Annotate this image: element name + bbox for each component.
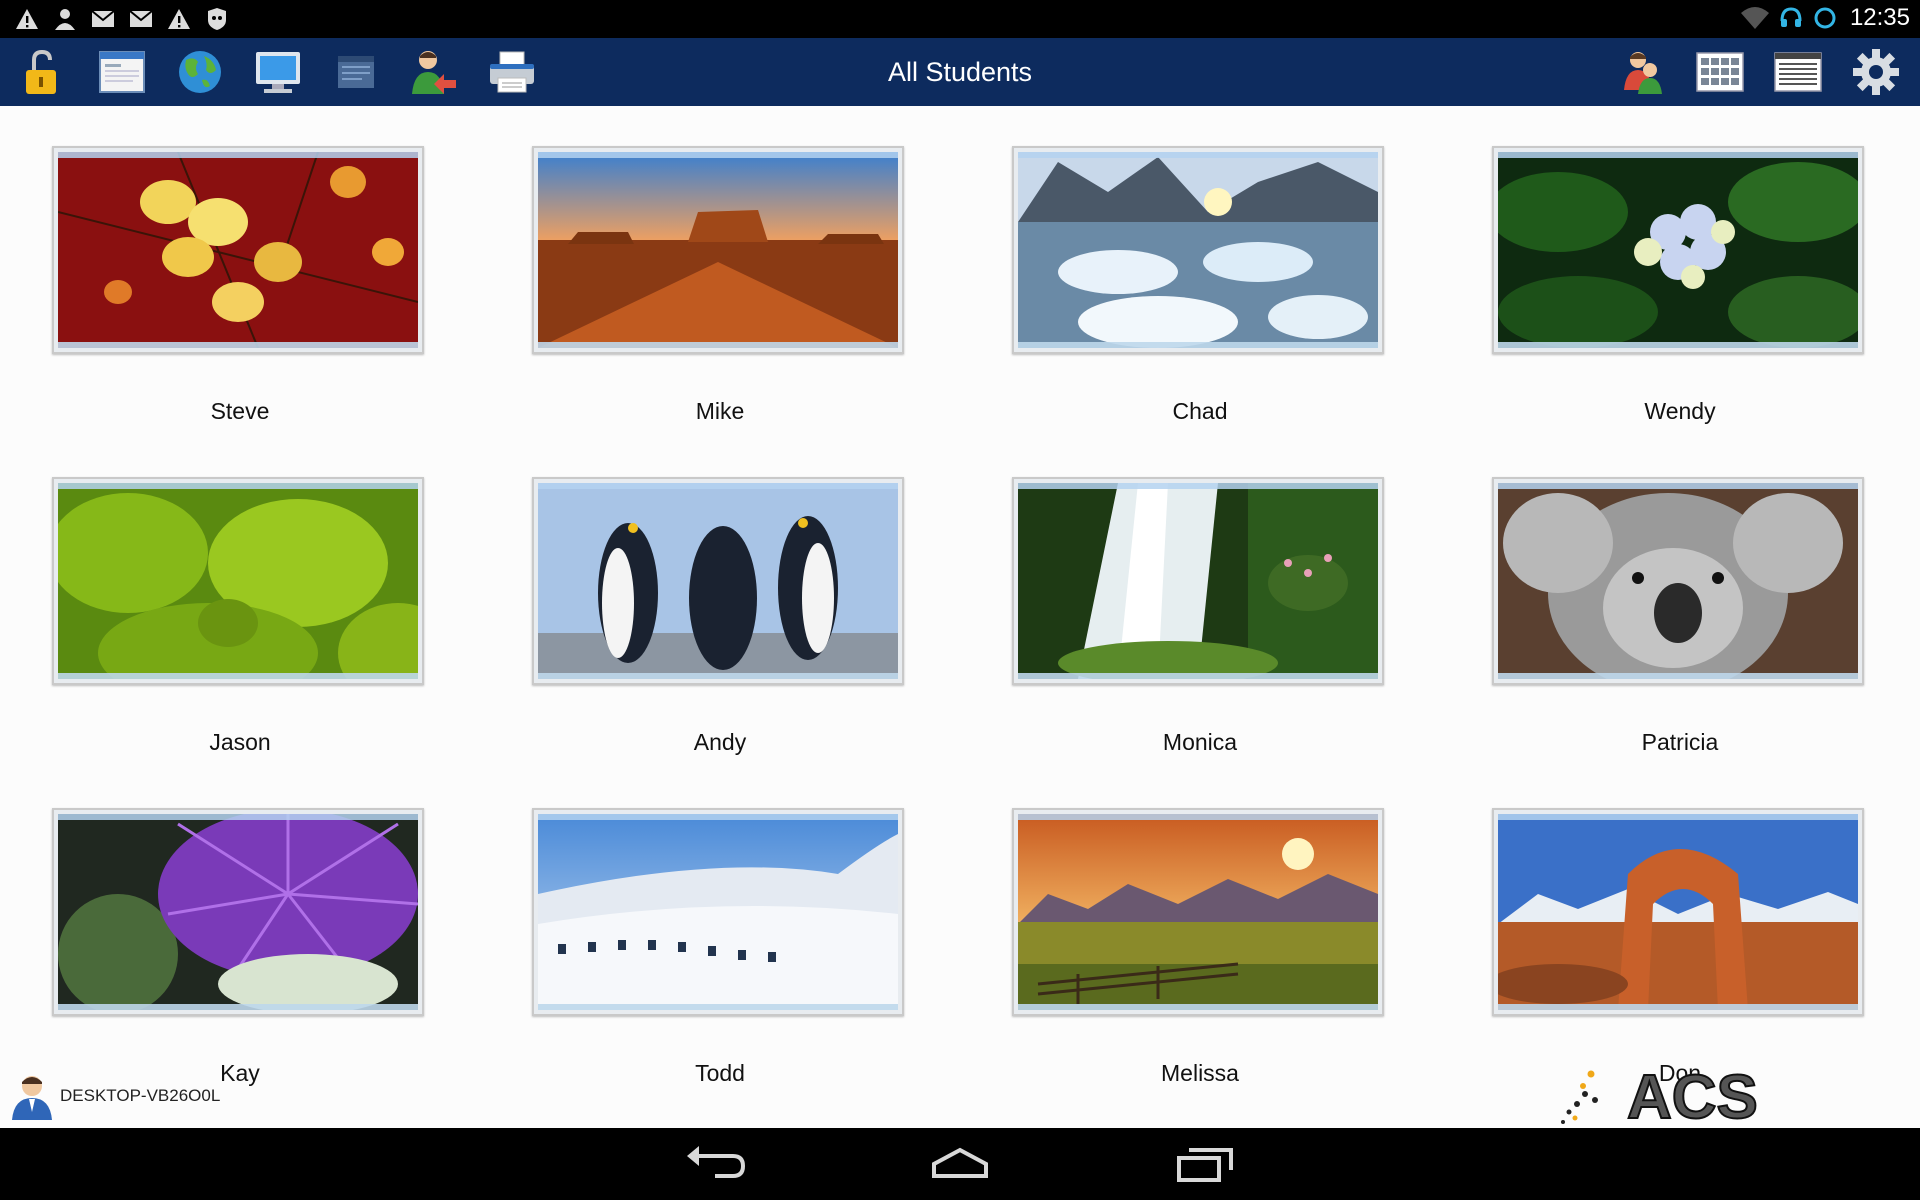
user-transfer-icon xyxy=(412,51,456,94)
student-card[interactable]: Chad xyxy=(960,106,1440,436)
student-name: Jason xyxy=(209,729,271,755)
print-button[interactable] xyxy=(484,44,540,100)
student-card[interactable]: Monica xyxy=(960,437,1440,767)
grid-view-button[interactable] xyxy=(1692,44,1748,100)
student-name: Monica xyxy=(1162,729,1238,755)
toolbar-right-actions xyxy=(1614,44,1904,100)
screen-thumbnail xyxy=(532,146,904,354)
gear-icon xyxy=(1853,49,1899,95)
student-name: Todd xyxy=(695,1060,745,1086)
svg-text:ACS: ACS xyxy=(1627,1064,1758,1126)
acs-logo: ACS xyxy=(1561,1064,1759,1126)
board-icon xyxy=(338,56,374,88)
screen-thumbnail xyxy=(52,477,424,685)
student-name: Chad xyxy=(1172,398,1228,424)
screen-thumbnail xyxy=(1012,146,1384,354)
clock: 12:35 xyxy=(1849,4,1910,31)
users-icon xyxy=(1624,52,1662,94)
screen-thumbnail xyxy=(532,808,904,1016)
recents-button[interactable] xyxy=(1165,1140,1245,1188)
home-button[interactable] xyxy=(920,1140,1000,1188)
lock-button[interactable] xyxy=(16,44,72,100)
student-name: Patricia xyxy=(1641,729,1719,755)
list-view-icon xyxy=(1774,52,1822,92)
sync-icon xyxy=(1814,7,1836,29)
student-card[interactable]: Todd xyxy=(480,768,960,1098)
student-card[interactable]: Andy xyxy=(480,437,960,767)
home-icon xyxy=(932,1147,988,1178)
student-card[interactable]: Wendy xyxy=(1440,106,1920,436)
users-button[interactable] xyxy=(1614,44,1670,100)
back-icon xyxy=(687,1146,746,1178)
notification-icons xyxy=(14,6,230,32)
grid-view-icon xyxy=(1696,52,1744,92)
student-card[interactable]: Steve xyxy=(0,106,480,436)
screen-thumbnail xyxy=(1012,808,1384,1016)
lock-icon xyxy=(26,50,56,94)
status-bar: 12:35 xyxy=(0,0,1920,38)
user-transfer-button[interactable] xyxy=(406,44,462,100)
student-name: Steve xyxy=(210,398,270,424)
monitor-icon xyxy=(256,52,300,93)
mail-icon xyxy=(91,10,115,27)
shield-icon xyxy=(208,8,226,30)
student-card[interactable]: Melissa xyxy=(960,768,1440,1098)
computer-name: DESKTOP-VB26O0L xyxy=(60,1086,221,1105)
wifi-icon xyxy=(1740,7,1769,29)
printer-icon xyxy=(490,51,534,93)
student-card[interactable]: Kay xyxy=(0,768,480,1098)
board-button[interactable] xyxy=(328,44,384,100)
window-icon xyxy=(99,51,145,93)
student-name: Mike xyxy=(695,398,745,424)
student-name: Melissa xyxy=(1161,1060,1239,1086)
web-button[interactable] xyxy=(172,44,228,100)
student-card[interactable]: Mike xyxy=(480,106,960,436)
settings-button[interactable] xyxy=(1848,44,1904,100)
warning-icon xyxy=(168,9,190,29)
list-view-button[interactable] xyxy=(1770,44,1826,100)
warning-icon xyxy=(16,9,38,29)
screen-thumbnail xyxy=(532,477,904,685)
screen-thumbnail xyxy=(1012,477,1384,685)
system-icons: 12:35 xyxy=(1740,4,1910,32)
person-icon xyxy=(55,9,75,30)
screen-thumbnail xyxy=(52,808,424,1016)
recents-icon xyxy=(1177,1148,1233,1182)
student-card[interactable]: Jason xyxy=(0,437,480,767)
screen-thumbnail xyxy=(1492,808,1864,1016)
student-grid: Steve Mike Chad Wendy Jason Andy Monica … xyxy=(0,106,1920,1128)
student-name: Wendy xyxy=(1644,398,1716,424)
mail-icon xyxy=(129,10,153,27)
screen-thumbnail xyxy=(1492,146,1864,354)
student-name: Andy xyxy=(693,729,747,755)
monitor-button[interactable] xyxy=(250,44,306,100)
student-card[interactable]: Don xyxy=(1440,768,1920,1098)
user-avatar-icon xyxy=(12,1076,52,1120)
globe-icon xyxy=(179,51,221,93)
connected-computer[interactable]: DESKTOP-VB26O0L xyxy=(10,1072,220,1120)
screen-thumbnail xyxy=(1492,477,1864,685)
app-toolbar: All Students xyxy=(0,38,1920,106)
screen-thumbnail xyxy=(52,146,424,354)
back-button[interactable] xyxy=(675,1140,755,1188)
window-button[interactable] xyxy=(94,44,150,100)
headset-icon xyxy=(1780,7,1802,27)
student-card[interactable]: Patricia xyxy=(1440,437,1920,767)
nav-bar xyxy=(0,1128,1920,1200)
toolbar-left-actions xyxy=(16,44,540,100)
